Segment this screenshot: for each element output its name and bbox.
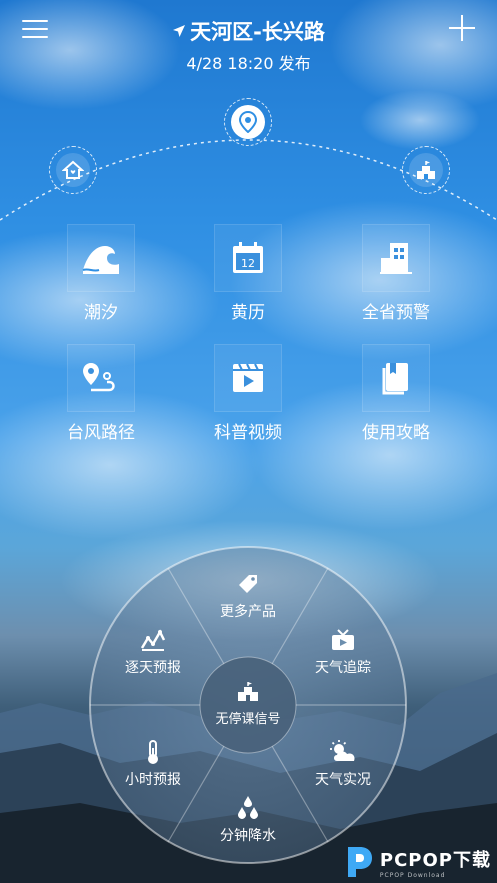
grid-item-guide[interactable]: 使用攻略 (336, 344, 456, 443)
title-area: 天河区-长兴路 4/28 18:20 发布 (0, 16, 497, 74)
tv-icon (332, 629, 354, 650)
feature-wheel: 更多产品 逐天预报 天气追踪 无停课信号 小时预报 天气实况 分钟降水 (88, 545, 408, 865)
sun-cloud-icon (330, 740, 355, 761)
thermometer-icon (148, 740, 158, 764)
wheel-minute-precipitation[interactable]: 分钟降水 (193, 795, 303, 845)
trend-chart-icon (140, 629, 166, 651)
building-icon (380, 243, 412, 274)
wheel-daily-forecast[interactable]: 逐天预报 (98, 627, 208, 677)
svg-text:12: 12 (241, 257, 255, 270)
route-icon (83, 363, 115, 392)
book-icon (382, 363, 408, 395)
wave-icon (82, 246, 119, 274)
school-icon (417, 161, 435, 179)
grid-item-tide[interactable]: 潮汐 (41, 224, 161, 323)
add-city-button[interactable] (449, 15, 475, 41)
school-category-node[interactable] (402, 146, 450, 194)
tag-icon (239, 575, 257, 593)
wheel-weather-tracking[interactable]: 天气追踪 (288, 627, 398, 677)
navigation-arrow-icon (173, 25, 186, 37)
video-icon (233, 363, 263, 392)
grid-item-science-video[interactable]: 科普视频 (188, 344, 308, 443)
top-bar: 天河区-长兴路 4/28 18:20 发布 (0, 0, 497, 80)
home-category-node[interactable] (49, 146, 97, 194)
raindrops-icon (238, 796, 258, 819)
grid-item-typhoon-path[interactable]: 台风路径 (41, 344, 161, 443)
wheel-no-class-suspension[interactable]: 无停课信号 (201, 658, 295, 752)
school-icon (238, 682, 258, 701)
home-icon (62, 160, 84, 179)
location-pin-icon (238, 111, 258, 133)
calendar-icon: 12 (233, 242, 263, 273)
location-name: 天河区-长兴路 (190, 20, 325, 44)
wheel-more-products[interactable]: 更多产品 (193, 571, 303, 621)
publish-time: 4/28 18:20 发布 (186, 54, 311, 73)
watermark: PCPOP下载 PCPOP Download (344, 845, 491, 879)
location-category-node[interactable] (224, 98, 272, 146)
pcpop-logo (347, 847, 372, 877)
wheel-hourly-forecast[interactable]: 小时预报 (98, 739, 208, 789)
grid-item-province-warning[interactable]: 全省预警 (336, 224, 456, 323)
grid-item-almanac[interactable]: 12 黄历 (188, 224, 308, 323)
location-title[interactable]: 天河区-长兴路 (172, 16, 325, 46)
wheel-weather-live[interactable]: 天气实况 (288, 739, 398, 789)
